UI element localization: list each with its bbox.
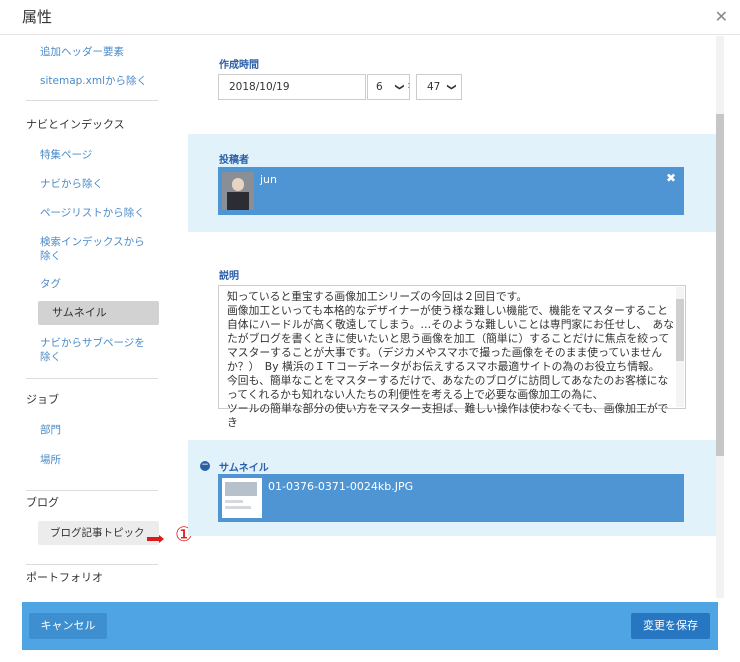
sidebar-item-exclude-subpages[interactable]: ナビからサブページを <box>26 336 145 350</box>
date-input[interactable]: 2018/10/19 <box>218 74 366 100</box>
sidebar-item-location[interactable]: 場所 <box>26 453 61 467</box>
minus-circle-icon[interactable]: − <box>200 461 210 471</box>
cancel-button[interactable]: キャンセル <box>29 613 107 639</box>
sidebar-item-blog-topic[interactable]: ブログ記事トピック <box>38 521 159 545</box>
created-time-label: 作成時間 <box>219 60 259 71</box>
sidebar-section-job: ジョブ <box>26 393 59 406</box>
description-text: 知っていると重宝する画像加工シリーズの今回は２回目です。 画像加工といっても本格… <box>227 290 675 429</box>
save-button[interactable]: 変更を保存 <box>631 613 710 639</box>
pointer-hand-icon <box>146 529 166 543</box>
sidebar-item-exclude-pagelist[interactable]: ページリストから除く <box>26 206 145 220</box>
dialog-title: 属性 <box>22 8 53 26</box>
divider <box>26 490 158 491</box>
sidebar-section-portfolio: ポートフォリオ <box>26 571 103 584</box>
sidebar-section-blog: ブログ <box>26 496 59 509</box>
thumbnail-image <box>222 478 262 518</box>
time-colon: : <box>407 80 411 91</box>
description-textarea[interactable]: 知っていると重宝する画像加工シリーズの今回は２回目です。 画像加工といっても本格… <box>218 285 686 429</box>
sidebar-item-exclude-search[interactable]: 検索インデックスから <box>26 235 145 249</box>
sidebar-item-additional-header[interactable]: 追加ヘッダー要素 <box>26 45 124 59</box>
sidebar-item-department[interactable]: 部門 <box>26 423 61 437</box>
sidebar-item-exclude-nav[interactable]: ナビから除く <box>26 177 103 191</box>
close-icon[interactable]: ✕ <box>715 7 728 26</box>
author-selection[interactable]: jun ✖ <box>218 167 684 215</box>
scrollbar[interactable] <box>716 36 724 598</box>
thumbnail-filename: 01-0376-0371-0024kb.JPG <box>268 480 414 493</box>
sidebar-item-exclude-search-2[interactable]: 除く <box>26 249 61 263</box>
thumbnail-selection[interactable]: 01-0376-0371-0024kb.JPG <box>218 474 684 522</box>
divider <box>26 378 158 379</box>
author-label: 投稿者 <box>219 155 249 166</box>
sidebar-item-exclude-subpages-2[interactable]: 除く <box>26 350 61 364</box>
sidebar-section-nav-index: ナビとインデックス <box>26 118 125 131</box>
sidebar-item-sitemap-exclude[interactable]: sitemap.xmlから除く <box>26 74 147 88</box>
sidebar-item-tags[interactable]: タグ <box>26 277 61 291</box>
dialog-footer: キャンセル 変更を保存 <box>22 602 718 650</box>
sidebar-nav: 追加ヘッダー要素 sitemap.xmlから除く ナビとインデックス 特集ページ… <box>26 34 166 600</box>
hour-select[interactable]: 6 ❯ <box>367 74 410 100</box>
thumbnail-label: サムネイル <box>219 463 269 474</box>
chevron-down-icon: ❯ <box>446 83 457 91</box>
remove-icon[interactable]: ✖ <box>666 171 676 185</box>
sidebar-item-thumbnail-active[interactable]: サムネイル <box>38 301 159 325</box>
attributes-dialog: 属性 ✕ 追加ヘッダー要素 sitemap.xmlから除く ナビとインデックス … <box>0 0 740 662</box>
hour-value: 6 <box>376 81 383 93</box>
description-label: 説明 <box>219 271 239 282</box>
textarea-scrollbar[interactable] <box>676 287 684 407</box>
scrollbar-thumb[interactable] <box>716 114 724 456</box>
dialog-header: 属性 ✕ <box>0 0 740 35</box>
divider <box>26 100 158 101</box>
sidebar-item-featured[interactable]: 特集ページ <box>26 148 92 162</box>
author-name: jun <box>260 173 277 186</box>
minute-select[interactable]: 47 ❯ <box>416 74 462 100</box>
avatar <box>222 172 254 210</box>
divider <box>26 564 158 565</box>
